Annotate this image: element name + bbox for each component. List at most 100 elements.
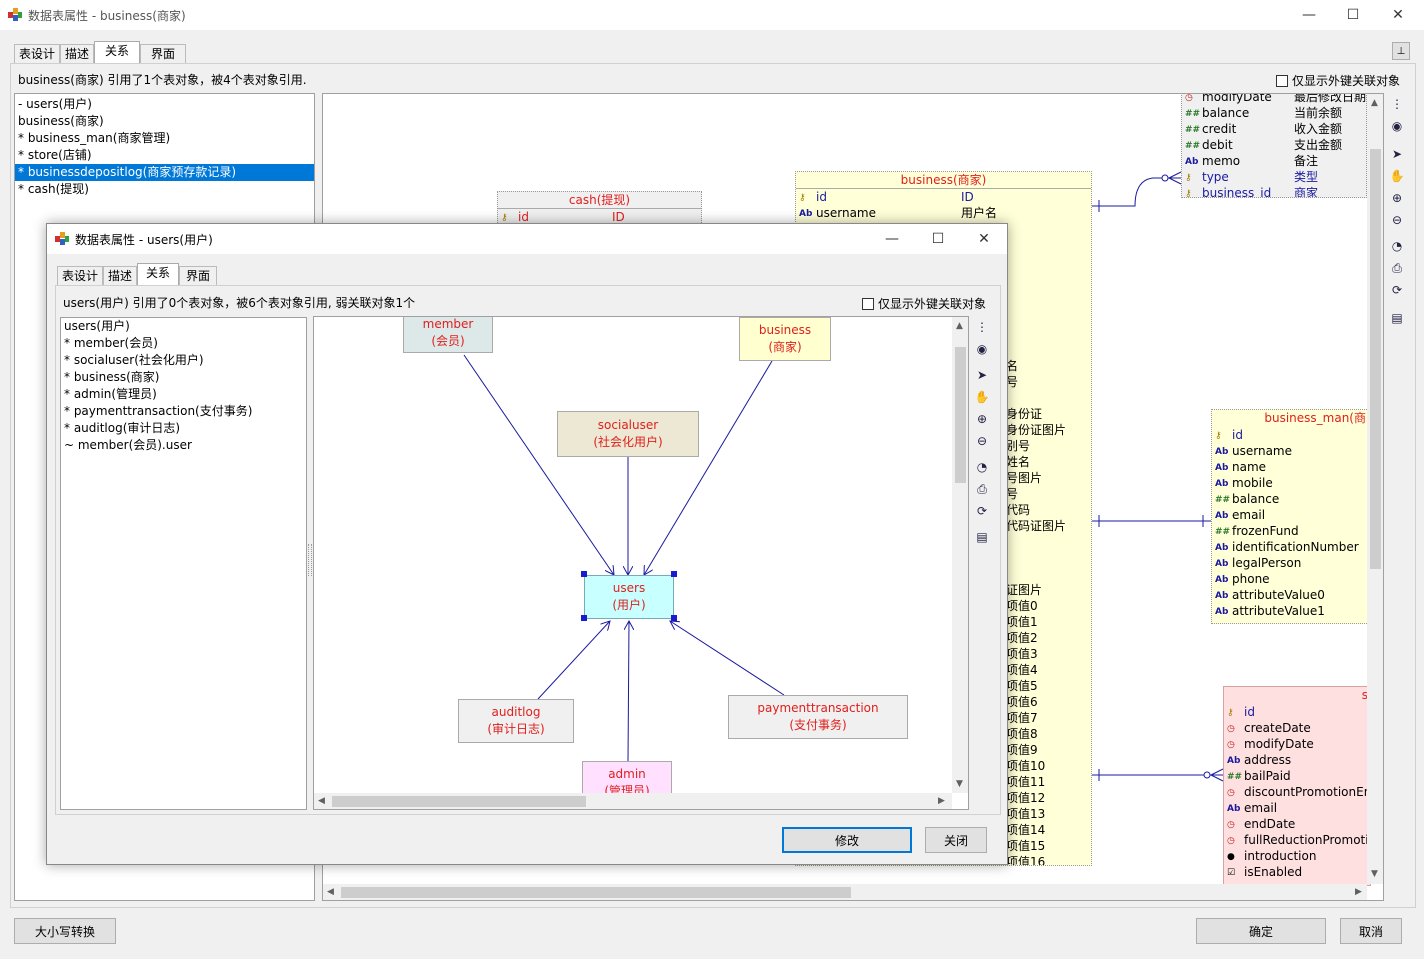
node-business[interactable]: business (商家) bbox=[739, 317, 831, 361]
scroll-thumb[interactable] bbox=[341, 887, 851, 898]
eye-icon[interactable]: ◔ bbox=[973, 458, 991, 476]
tree-item[interactable]: * member(会员) bbox=[61, 335, 306, 352]
entity-field-row[interactable]: Ab attributeValue1 bbox=[1212, 603, 1370, 619]
tab-table-design[interactable]: 表设计 bbox=[57, 266, 104, 286]
entity-field-row[interactable]: ## credit 收入金额 bbox=[1182, 121, 1366, 137]
entity-field-row[interactable]: ## debit 支出金额 bbox=[1182, 137, 1366, 153]
main-diagram-hscrollbar[interactable]: ◀ ▶ bbox=[323, 884, 1367, 900]
main-titlebar[interactable]: 数据表属性 - business(商家) — ☐ ✕ bbox=[0, 0, 1424, 30]
scroll-up-arrow[interactable]: ▲ bbox=[1371, 98, 1378, 108]
tree-item[interactable]: * admin(管理员) bbox=[61, 386, 306, 403]
cancel-button[interactable]: 取消 bbox=[1340, 918, 1402, 944]
scroll-thumb[interactable] bbox=[332, 796, 586, 807]
dialog-close-button[interactable]: ✕ bbox=[961, 224, 1007, 254]
entity-business-man[interactable]: business_man(商 ⚷ id Ab username Ab name Ab mobi… bbox=[1211, 409, 1371, 624]
splitter-handle[interactable] bbox=[308, 544, 312, 576]
properties-icon[interactable]: ▤ bbox=[973, 528, 991, 546]
node-member[interactable]: member (会员) bbox=[403, 317, 493, 353]
tab-interface[interactable]: 界面 bbox=[179, 266, 218, 286]
scroll-right-arrow[interactable]: ▶ bbox=[1355, 887, 1362, 897]
hand-icon[interactable]: ✋ bbox=[1388, 167, 1406, 185]
scroll-left-arrow[interactable]: ◀ bbox=[327, 887, 334, 897]
globe-icon[interactable]: ◉ bbox=[973, 340, 991, 358]
entity-field-row[interactable]: Ab attributeValue0 bbox=[1212, 587, 1370, 603]
pointer-icon[interactable]: ➤ bbox=[973, 366, 991, 384]
tab-interface[interactable]: 界面 bbox=[140, 44, 187, 64]
eye-icon[interactable]: ◔ bbox=[1388, 237, 1406, 255]
tree-item[interactable]: * business(商家) bbox=[61, 369, 306, 386]
scroll-down-arrow[interactable]: ▼ bbox=[1371, 869, 1378, 879]
layout-icon[interactable]: ⋮ bbox=[973, 318, 991, 336]
tree-item[interactable]: ~ member(会员).user bbox=[61, 437, 306, 454]
close-button[interactable]: ✕ bbox=[1375, 0, 1421, 30]
scroll-thumb[interactable] bbox=[1370, 149, 1381, 569]
scroll-thumb[interactable] bbox=[955, 347, 966, 483]
entity-businessdepositlog[interactable]: ◷ modifyDate 最后修改日期 ## balance 当前余额 ## credit 收入… bbox=[1181, 94, 1367, 198]
globe-icon[interactable]: ◉ bbox=[1388, 117, 1406, 135]
main-fk-only-checkbox[interactable]: 仅显示外键关联对象 bbox=[1276, 72, 1400, 89]
dialog-minimize-button[interactable]: — bbox=[869, 224, 915, 254]
entity-field-row[interactable]: Ab memo 备注 bbox=[1182, 153, 1366, 169]
minimize-button[interactable]: — bbox=[1286, 0, 1332, 30]
case-convert-button[interactable]: 大小写转换 bbox=[14, 918, 116, 944]
dialog-related-tree[interactable]: users(用户) * member(会员) * socialuser(社会化用… bbox=[60, 317, 307, 810]
dialog-titlebar[interactable]: 数据表属性 - users(用户) — ☐ ✕ bbox=[47, 224, 1007, 254]
entity-field-row[interactable]: ◷ modifyDate bbox=[1224, 736, 1370, 752]
tree-item[interactable]: * paymenttransaction(支付事务) bbox=[61, 403, 306, 420]
entity-field-row[interactable]: Ab legalPerson bbox=[1212, 555, 1370, 571]
node-auditlog[interactable]: auditlog (审计日志) bbox=[458, 699, 574, 743]
selection-handle[interactable] bbox=[581, 571, 587, 577]
entity-field-row[interactable]: ◷ modifyDate 最后修改日期 bbox=[1182, 94, 1366, 105]
entity-field-row[interactable]: ## balance bbox=[1212, 491, 1370, 507]
selection-handle[interactable] bbox=[581, 615, 587, 621]
entity-field-row[interactable]: ◷ createDate bbox=[1224, 720, 1370, 736]
scroll-left-arrow[interactable]: ◀ bbox=[318, 796, 325, 806]
main-diagram-vscrollbar[interactable]: ▲ ▼ bbox=[1367, 94, 1383, 884]
dialog-diagram-vscrollbar[interactable]: ▲ ▼ bbox=[952, 317, 968, 793]
zoom-out-icon[interactable]: ⊖ bbox=[973, 432, 991, 450]
dialog-diagram-canvas[interactable]: member (会员) business (商家) socialuser (社会… bbox=[313, 316, 969, 810]
entity-field-row[interactable]: Ab username 用户名 bbox=[796, 205, 1091, 221]
checkbox-box[interactable] bbox=[862, 297, 874, 310]
refresh-icon[interactable]: ⟳ bbox=[1388, 281, 1406, 299]
scroll-down-arrow[interactable]: ▼ bbox=[956, 779, 963, 789]
entity-field-row[interactable]: Ab mobile bbox=[1212, 475, 1370, 491]
properties-icon[interactable]: ▤ bbox=[1388, 309, 1406, 327]
tab-description[interactable]: 描述 bbox=[60, 44, 95, 64]
selection-handle[interactable] bbox=[671, 571, 677, 577]
tree-item[interactable]: * business_man(商家管理) bbox=[15, 130, 314, 147]
tab-relations[interactable]: 关系 bbox=[94, 41, 141, 64]
entity-field-row[interactable]: ⚷ id bbox=[1224, 704, 1370, 720]
node-users[interactable]: users (用户) bbox=[584, 575, 674, 619]
tree-item[interactable]: * cash(提现) bbox=[15, 181, 314, 198]
entity-field-row[interactable]: ◷ endDate bbox=[1224, 816, 1370, 832]
tree-item[interactable]: * socialuser(社会化用户) bbox=[61, 352, 306, 369]
entity-field-row[interactable]: ## frozenFund bbox=[1212, 523, 1370, 539]
zoom-in-icon[interactable]: ⊕ bbox=[1388, 189, 1406, 207]
tree-item[interactable]: * store(店铺) bbox=[15, 147, 314, 164]
entity-field-row[interactable]: ## balance 当前余额 bbox=[1182, 105, 1366, 121]
scroll-up-arrow[interactable]: ▲ bbox=[956, 321, 963, 331]
refresh-icon[interactable]: ⟳ bbox=[973, 502, 991, 520]
dialog-maximize-button[interactable]: ☐ bbox=[915, 224, 961, 254]
tree-item[interactable]: - users(用户) bbox=[15, 96, 314, 113]
pin-button[interactable]: ⊥ bbox=[1392, 42, 1410, 60]
entity-field-row[interactable]: ● introduction bbox=[1224, 848, 1370, 864]
dialog-diagram-hscrollbar[interactable]: ◀ ▶ bbox=[314, 793, 952, 809]
entity-field-row[interactable]: Ab address bbox=[1224, 752, 1370, 768]
ok-button[interactable]: 确定 bbox=[1196, 918, 1326, 944]
pointer-icon[interactable]: ➤ bbox=[1388, 145, 1406, 163]
tab-relations[interactable]: 关系 bbox=[137, 263, 180, 286]
print-icon[interactable]: ⎙ bbox=[973, 480, 991, 498]
entity-field-row[interactable]: ## bailPaid bbox=[1224, 768, 1370, 784]
entity-field-row[interactable]: Ab username bbox=[1212, 443, 1370, 459]
tree-item[interactable]: * auditlog(审计日志) bbox=[61, 420, 306, 437]
entity-field-row[interactable]: Ab identificationNumber bbox=[1212, 539, 1370, 555]
entity-field-row[interactable]: ◷ discountPromotionEn bbox=[1224, 784, 1370, 800]
scroll-right-arrow[interactable]: ▶ bbox=[938, 796, 945, 806]
tree-item[interactable]: business(商家) bbox=[15, 113, 314, 130]
tree-item[interactable]: users(用户) bbox=[61, 318, 306, 335]
entity-field-row[interactable]: ◷ fullReductionPromoti bbox=[1224, 832, 1370, 848]
zoom-in-icon[interactable]: ⊕ bbox=[973, 410, 991, 428]
tab-description[interactable]: 描述 bbox=[103, 266, 138, 286]
